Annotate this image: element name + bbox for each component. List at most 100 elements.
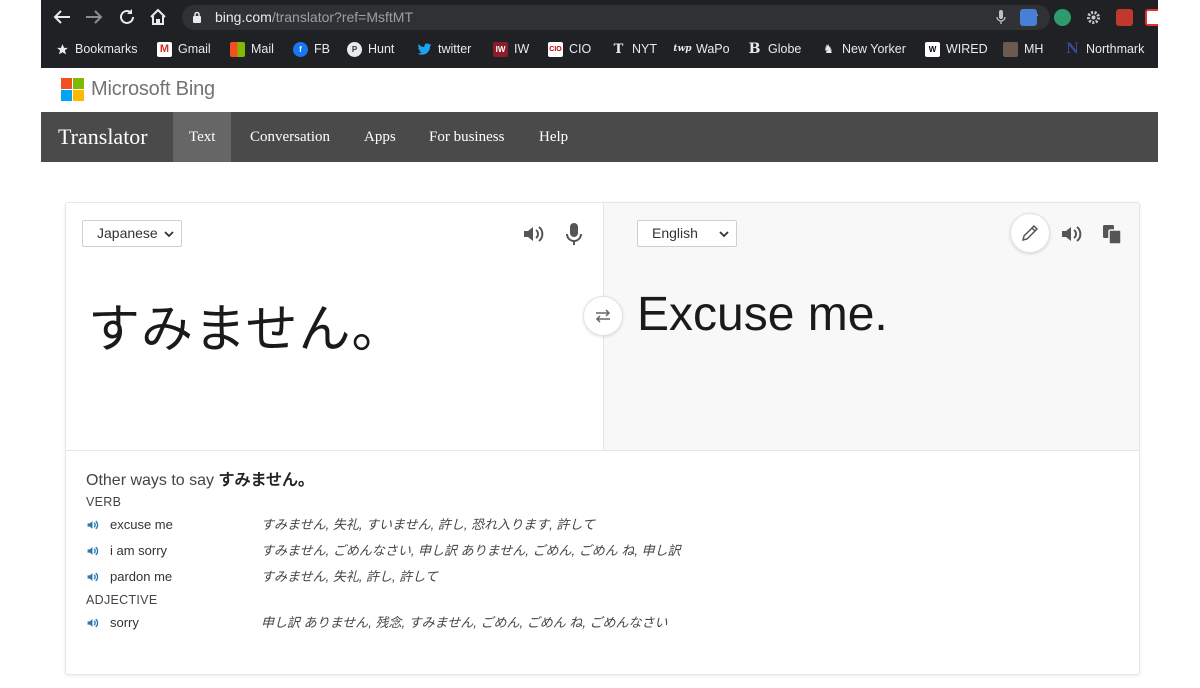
target-speaker-button[interactable] — [1059, 221, 1085, 247]
brand-name[interactable]: Microsoft Bing — [91, 78, 215, 101]
speaker-icon[interactable] — [86, 617, 100, 629]
home-button[interactable] — [147, 7, 169, 27]
bookmark-cio[interactable]: CIO CIO — [548, 41, 591, 57]
wapo-icon: twp — [673, 44, 692, 54]
bookmark-globe[interactable]: B Globe — [747, 41, 802, 57]
source-text-input[interactable]: すみません。 — [88, 287, 404, 362]
alternative-word[interactable]: pardon me — [110, 564, 172, 590]
bookmark-hunt[interactable]: P Hunt — [347, 41, 394, 57]
bookmark-label: Mail — [251, 42, 274, 56]
target-language-value: English — [652, 225, 698, 241]
google-translate-extension-icon[interactable] — [1020, 9, 1037, 26]
alternative-word[interactable]: i am sorry — [110, 538, 167, 564]
alternative-row: sorry 申し訳 ありません, 残念, すみません, ごめん, ごめん ね, … — [86, 610, 1116, 636]
bookmark-iw[interactable]: IW IW — [493, 41, 529, 57]
other-ways-title: Other ways to say すみません。 — [86, 466, 1116, 489]
tab-for-business[interactable]: For business — [413, 112, 520, 162]
reload-icon — [120, 9, 134, 24]
swap-arrows-icon — [595, 309, 611, 323]
microphone-button[interactable] — [561, 221, 587, 247]
bookmark-bookmarks[interactable]: Bookmarks — [56, 41, 138, 57]
source-language-select[interactable]: Japanese — [82, 220, 182, 247]
other-ways-prefix: Other ways to say — [86, 472, 215, 489]
back-translations: すみません, 失礼, すいません, 許し, 恐れ入ります, 許して — [261, 517, 595, 532]
bookmark-label: WaPo — [696, 42, 730, 56]
source-speaker-button[interactable] — [521, 221, 547, 247]
bookmark-mh[interactable]: MH — [1003, 41, 1043, 57]
bookmark-label: IW — [514, 42, 530, 56]
microphone-icon — [566, 223, 582, 245]
reload-button[interactable] — [116, 7, 138, 27]
edit-translation-button[interactable] — [1010, 213, 1050, 253]
nyt-icon: T — [613, 41, 624, 57]
alternative-row: pardon me すみません, 失礼, 許し, 許して — [86, 564, 1116, 590]
bookmark-nyt[interactable]: T NYT — [611, 41, 657, 57]
alternative-word[interactable]: sorry — [110, 610, 139, 636]
cio-icon: CIO — [548, 41, 563, 57]
new-yorker-icon: ♞ — [823, 42, 834, 56]
url-host: bing.com — [215, 9, 272, 25]
source-pane: Japanese すみません。 — [66, 203, 603, 450]
bookmark-label: New Yorker — [842, 42, 906, 56]
tab-conversation[interactable]: Conversation — [234, 112, 346, 162]
bookmark-gmail[interactable]: M Gmail — [157, 41, 211, 57]
bookmarks-bar: Bookmarks M Gmail Mail f FB P Hunt twitt… — [41, 36, 1158, 62]
arrow-left-icon — [53, 10, 70, 24]
bookmark-fb[interactable]: f FB — [293, 41, 330, 57]
part-of-speech-label: VERB — [86, 495, 122, 509]
tab-apps[interactable]: Apps — [348, 112, 412, 162]
bookmark-twitter[interactable]: twitter — [417, 41, 471, 57]
book-extension-icon[interactable] — [1116, 9, 1133, 26]
bookmark-label: Northmark — [1086, 42, 1145, 56]
product-hunt-icon: P — [347, 41, 362, 57]
pencil-icon — [1021, 224, 1039, 242]
alternative-row: excuse me すみません, 失礼, すいません, 許し, 恐れ入ります, … — [86, 512, 1116, 538]
alternative-word[interactable]: excuse me — [110, 512, 173, 538]
speaker-icon — [1062, 226, 1082, 242]
other-ways-term: すみません。 — [218, 472, 315, 489]
bookmark-wapo[interactable]: twp WaPo — [673, 41, 730, 57]
part-of-speech-label: ADJECTIVE — [86, 593, 158, 607]
browser-chrome: bing.com/translator?ref=MsftMT Bookmarks… — [41, 0, 1158, 68]
bookmark-mail[interactable]: Mail — [230, 41, 274, 57]
speaker-icon[interactable] — [86, 545, 100, 557]
microphone-icon[interactable] — [996, 10, 1006, 25]
iw-icon: IW — [493, 41, 508, 57]
speaker-icon[interactable] — [86, 519, 100, 531]
browser-toolbar: bing.com/translator?ref=MsftMT — [41, 0, 1158, 34]
bookmark-new-yorker[interactable]: ♞ New Yorker — [821, 41, 906, 57]
extension-icon[interactable] — [1054, 9, 1071, 26]
bookmark-label: FB — [314, 42, 330, 56]
nav-title[interactable]: Translator — [58, 124, 148, 150]
source-language-value: Japanese — [97, 225, 158, 241]
pane-divider — [66, 450, 1139, 451]
forward-button[interactable] — [83, 7, 105, 27]
copy-button[interactable] — [1099, 221, 1125, 247]
star-icon — [57, 43, 68, 54]
tab-help[interactable]: Help — [523, 112, 584, 162]
swap-languages-button[interactable] — [583, 296, 623, 336]
bookmark-label: WIRED — [946, 42, 988, 56]
bookmark-northmark[interactable]: N Northmark — [1065, 41, 1144, 57]
speaker-icon[interactable] — [86, 571, 100, 583]
target-language-select[interactable]: English — [637, 220, 737, 247]
mh-icon — [1003, 41, 1018, 57]
alternative-row: i am sorry すみません, ごめんなさい, 申し訳 ありません, ごめん… — [86, 538, 1116, 564]
translated-text: Excuse me. — [637, 288, 888, 341]
tab-text[interactable]: Text — [173, 112, 232, 162]
address-bar[interactable]: bing.com/translator?ref=MsftMT — [182, 5, 1050, 30]
bookmark-label: CIO — [569, 42, 592, 56]
back-translations: すみません, 失礼, 許し, 許して — [261, 569, 438, 584]
gear-extension-icon[interactable] — [1085, 9, 1102, 26]
chevron-down-icon — [719, 231, 729, 238]
back-button[interactable] — [51, 7, 73, 27]
twitter-icon — [417, 42, 432, 55]
microsoft-mail-icon — [230, 41, 245, 57]
target-pane: English Excuse me. — [603, 203, 1139, 450]
chevron-down-icon — [164, 231, 174, 238]
bookmark-wired[interactable]: W WIRED — [925, 41, 988, 57]
mail-extension-icon[interactable] — [1145, 9, 1158, 26]
gmail-icon: M — [157, 41, 172, 57]
microsoft-logo-icon[interactable] — [61, 78, 84, 101]
back-translations: 申し訳 ありません, 残念, すみません, ごめん, ごめん ね, ごめんなさい — [261, 615, 668, 630]
